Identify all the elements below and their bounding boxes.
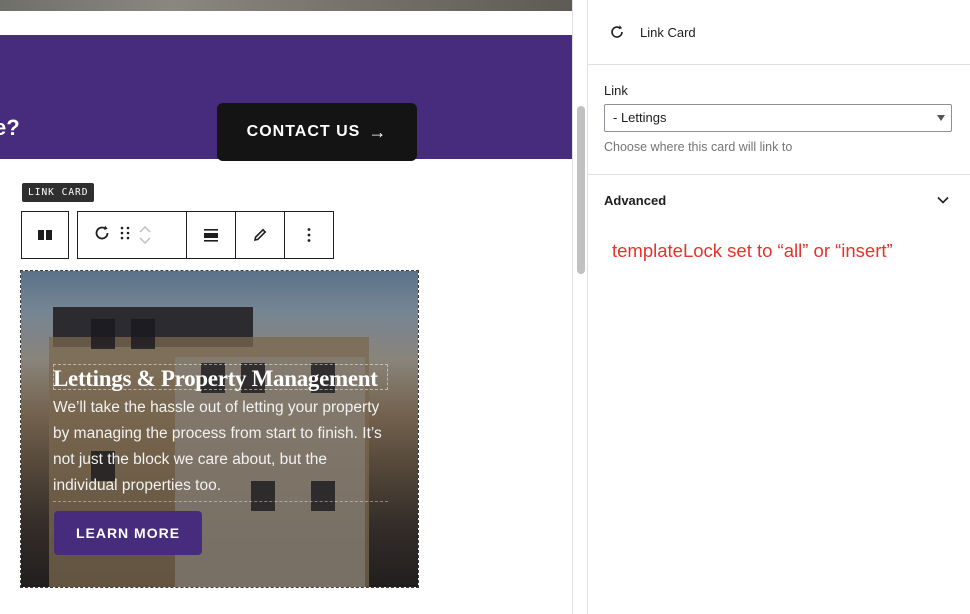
chevron-down-icon[interactable] <box>138 236 152 245</box>
transform-block-button[interactable] <box>92 223 112 248</box>
card-description[interactable]: We’ll take the hassle out of letting you… <box>53 395 393 499</box>
cta-question-text: e? <box>0 115 20 140</box>
arrow-right-icon: → <box>368 121 388 142</box>
link-select[interactable]: - Lettings <box>604 104 952 132</box>
chevron-up-icon[interactable] <box>138 225 152 234</box>
rotate-refresh-icon <box>95 225 109 239</box>
card-title[interactable]: Lettings & Property Management <box>53 366 378 392</box>
drag-dots-icon <box>120 226 130 239</box>
link-card[interactable]: Lettings & Property Management We’ll tak… <box>20 270 419 588</box>
link-help-text: Choose where this card will link to <box>604 140 793 154</box>
link-settings-panel: Link - Lettings Choose where this card w… <box>588 65 970 175</box>
block-card-title: Link Card <box>640 24 696 40</box>
link-select-value: - Lettings <box>613 110 667 125</box>
top-image-strip <box>0 0 572 11</box>
align-button[interactable] <box>186 212 235 258</box>
columns-block-button[interactable] <box>22 212 68 258</box>
cta-banner: e? CONTACT US → <box>0 35 572 161</box>
settings-sidebar: Link Card Link - Lettings Choose where t… <box>588 0 970 614</box>
rotate-refresh-icon <box>611 25 623 38</box>
scrollbar-thumb[interactable] <box>577 106 585 274</box>
block-movers <box>138 225 152 245</box>
chevron-down-icon <box>937 196 949 204</box>
annotation-note: templateLock set to “all” or “insert” <box>612 240 893 261</box>
block-switcher-group <box>78 212 186 258</box>
contact-us-label: CONTACT US <box>246 123 361 140</box>
contact-us-button[interactable]: CONTACT US → <box>217 103 417 161</box>
dropdown-arrow-icon <box>937 115 945 121</box>
advanced-panel-title: Advanced <box>604 192 667 208</box>
learn-more-button[interactable]: LEARN MORE <box>54 511 202 555</box>
drag-handle[interactable] <box>120 225 130 246</box>
more-vertical-icon <box>307 228 311 242</box>
options-button[interactable] <box>284 212 333 258</box>
block-toolbar-parent-group <box>21 211 69 259</box>
pencil-icon <box>253 228 267 242</box>
block-card-header: Link Card <box>588 0 970 65</box>
align-wide-icon <box>204 229 218 242</box>
columns-icon <box>38 230 52 240</box>
editor-canvas: e? CONTACT US → LINK CARD Lettings & Pro… <box>0 0 572 614</box>
block-type-label: LINK CARD <box>22 183 95 202</box>
edit-button[interactable] <box>235 212 284 258</box>
canvas-scrollbar[interactable] <box>572 0 588 614</box>
advanced-panel-toggle[interactable]: Advanced <box>588 175 970 225</box>
link-field-label: Link <box>604 83 628 98</box>
block-toolbar <box>77 211 334 259</box>
